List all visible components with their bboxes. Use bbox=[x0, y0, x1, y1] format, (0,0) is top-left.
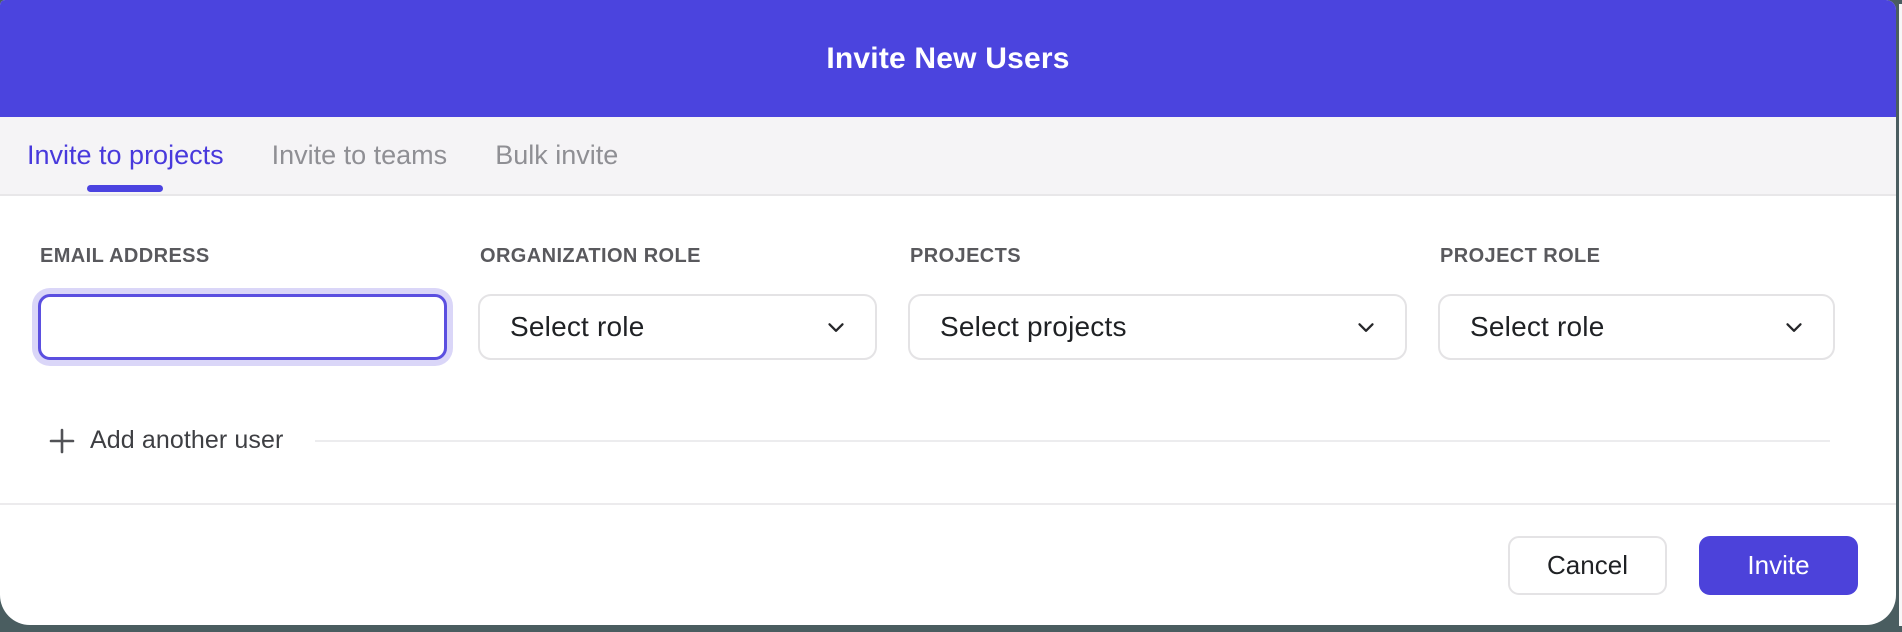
plus-icon bbox=[48, 427, 76, 455]
project-role-field-group: PROJECT ROLE Select role bbox=[1438, 245, 1835, 360]
tab-bar: Invite to projects Invite to teams Bulk … bbox=[0, 117, 1896, 196]
invite-button[interactable]: Invite bbox=[1699, 536, 1858, 595]
modal-title: Invite New Users bbox=[826, 42, 1069, 76]
project-role-select[interactable]: Select role bbox=[1438, 294, 1835, 360]
add-another-user-label: Add another user bbox=[90, 426, 283, 455]
select-value: Select role bbox=[1470, 311, 1605, 343]
add-another-user-button[interactable]: Add another user bbox=[48, 426, 283, 455]
modal-footer: Cancel Invite bbox=[0, 505, 1896, 625]
tab-label: Invite to projects bbox=[27, 140, 224, 171]
projects-field-group: PROJECTS Select projects bbox=[908, 245, 1407, 360]
organization-role-field-group: ORGANIZATION ROLE Select role bbox=[478, 245, 877, 360]
projects-label: PROJECTS bbox=[910, 245, 1407, 268]
modal-header: Invite New Users bbox=[0, 0, 1896, 117]
row-divider bbox=[315, 440, 1830, 442]
organization-role-select[interactable]: Select role bbox=[478, 294, 877, 360]
organization-role-label: ORGANIZATION ROLE bbox=[480, 245, 877, 268]
projects-select[interactable]: Select projects bbox=[908, 294, 1407, 360]
add-user-row: Add another user bbox=[38, 426, 1858, 455]
invite-users-modal: Invite New Users Invite to projects Invi… bbox=[0, 0, 1896, 625]
tab-bulk-invite[interactable]: Bulk invite bbox=[495, 117, 618, 194]
chevron-down-icon bbox=[1353, 314, 1379, 340]
email-address-input[interactable] bbox=[38, 294, 447, 360]
user-invite-row: EMAIL ADDRESS ORGANIZATION ROLE Select r… bbox=[38, 245, 1858, 360]
tab-invite-to-projects[interactable]: Invite to projects bbox=[27, 117, 224, 194]
invite-form: EMAIL ADDRESS ORGANIZATION ROLE Select r… bbox=[0, 196, 1896, 455]
project-role-label: PROJECT ROLE bbox=[1440, 245, 1835, 268]
chevron-down-icon bbox=[823, 314, 849, 340]
tab-label: Invite to teams bbox=[272, 140, 448, 171]
select-value: Select role bbox=[510, 311, 645, 343]
chevron-down-icon bbox=[1781, 314, 1807, 340]
email-address-field-group: EMAIL ADDRESS bbox=[38, 245, 447, 360]
cancel-button[interactable]: Cancel bbox=[1508, 536, 1667, 595]
tab-invite-to-teams[interactable]: Invite to teams bbox=[272, 117, 448, 194]
screen-backdrop: Invite New Users Invite to projects Invi… bbox=[0, 0, 1902, 632]
select-value: Select projects bbox=[940, 311, 1127, 343]
email-address-label: EMAIL ADDRESS bbox=[40, 245, 447, 268]
tab-label: Bulk invite bbox=[495, 140, 618, 171]
active-tab-indicator bbox=[87, 185, 163, 192]
